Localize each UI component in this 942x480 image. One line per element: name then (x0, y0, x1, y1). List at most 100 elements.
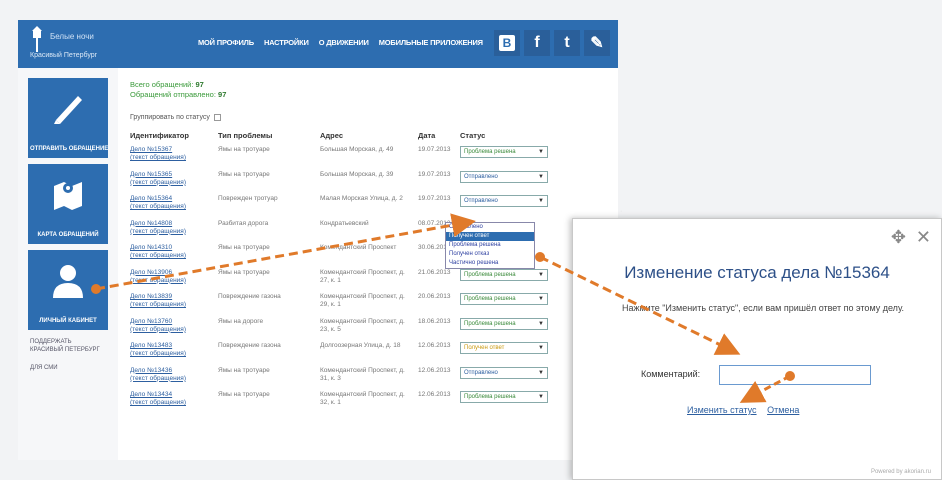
dropdown-option[interactable]: Получен отказ (446, 250, 534, 259)
status-select[interactable]: Отправлено ▼ (460, 170, 548, 183)
case-link[interactable]: Дело №15364 (130, 195, 214, 203)
vk-icon: В (499, 35, 515, 51)
nav-about[interactable]: о движении (319, 38, 369, 47)
cell-address: Кондратьевский (320, 219, 369, 227)
table-row: Дело №13839 (текст обращения) Повреждение … (130, 293, 560, 318)
cell-id: Дело №13436 (текст обращения) (130, 367, 218, 392)
chevron-down-icon: ▼ (538, 369, 544, 376)
tile-send-appeal[interactable]: Отправить обращение (28, 78, 108, 158)
stat-value: 97 (195, 80, 204, 89)
appeal-text-link[interactable]: (текст обращения) (130, 350, 214, 358)
dropdown-option[interactable]: Получен ответ (446, 232, 534, 241)
pen-button[interactable]: ✎ (584, 30, 610, 56)
status-select[interactable]: Проблема решена ▼ (460, 391, 548, 403)
appeal-text-link[interactable]: (текст обращения) (130, 179, 214, 187)
chevron-down-icon: ▼ (538, 320, 544, 327)
cell-address: Комендантский Проспект, д. 32, к. 1 (320, 391, 405, 406)
appeal-text-link[interactable]: (текст обращения) (130, 252, 214, 260)
twitter-icon: t (564, 34, 570, 51)
move-icon[interactable]: ✥ (891, 227, 906, 248)
cell-id: Дело №15364 (текст обращения) (130, 195, 218, 220)
cell-id: Дело №13906 (текст обращения) (130, 269, 218, 294)
case-link[interactable]: Дело №15365 (130, 171, 214, 179)
nav-profile[interactable]: мой профиль (198, 38, 254, 47)
cell-id: Дело №14310 (текст обращения) (130, 244, 218, 269)
status-dropdown-list: Отправлено Получен ответ Проблема решена По… (445, 222, 535, 269)
close-icon[interactable]: ✕ (916, 227, 931, 248)
status-select[interactable]: Проблема решена ▼ (460, 268, 548, 281)
case-link[interactable]: Дело №13760 (130, 318, 214, 326)
status-select[interactable]: Проблема решена ▼ (460, 293, 548, 305)
cell-type: Повреждение газона (218, 342, 281, 349)
appeal-text-link[interactable]: (текст обращения) (130, 203, 214, 211)
status-select[interactable]: Отправлено ▼ (460, 195, 548, 207)
appeal-text-link[interactable]: (текст обращения) (130, 326, 214, 334)
cell-status: Отправлено ▼ (460, 170, 560, 196)
comment-input[interactable] (719, 365, 871, 385)
link-line: Поддержать (30, 339, 72, 345)
chevron-down-icon: ▼ (538, 394, 544, 400)
comment-label: Комментарий: (641, 369, 701, 379)
cell-status: Проблема решена ▼ (460, 293, 560, 318)
appeal-text-link[interactable]: (текст обращения) (130, 301, 214, 309)
user-icon (53, 265, 83, 298)
cell-status: Отправлено ▼ (460, 366, 560, 392)
site-logo[interactable]: Белые ночи Красивый Петербург (24, 26, 114, 62)
change-status-link[interactable]: Изменить статус (687, 405, 757, 415)
sidebar-link-support[interactable]: Поддержать Красивый Петербург (30, 338, 100, 354)
case-link[interactable]: Дело №13436 (130, 367, 214, 375)
appeal-text-link[interactable]: (текст обращения) (130, 228, 214, 236)
status-value: Получен ответ (464, 345, 505, 351)
dropdown-option[interactable]: Отправлено (446, 223, 534, 232)
appeal-text-link[interactable]: (текст обращения) (130, 154, 214, 162)
cell-date: 12.06.2013 (418, 391, 451, 398)
cell-date: 18.06.2013 (418, 317, 451, 325)
case-link[interactable]: Дело №13483 (130, 342, 214, 350)
appeals-table: Идентификатор Тип проблемы Адрес Дата Ст… (130, 131, 560, 416)
appeal-text-link[interactable]: (текст обращения) (130, 375, 214, 383)
status-select[interactable]: Проблема решена ▼ (460, 317, 548, 330)
facebook-button[interactable]: f (524, 30, 550, 56)
chevron-down-icon: ▼ (538, 149, 544, 155)
case-link[interactable]: Дело №13906 (130, 269, 214, 277)
sidebar-link-press[interactable]: Для СМИ (30, 364, 58, 372)
status-value: Проблема решена (464, 320, 516, 327)
appeal-text-link[interactable]: (текст обращения) (130, 399, 214, 407)
cell-address: Комендантский Проспект, д. 31, к. 3 (320, 366, 405, 382)
sent-appeals: Обращений отправлено: 97 (130, 90, 610, 100)
appeal-text-link[interactable]: (текст обращения) (130, 277, 214, 285)
group-checkbox[interactable] (213, 114, 221, 121)
cell-address: Комендантский Проспект, д. 27, к. 1 (320, 268, 405, 284)
nav-settings[interactable]: настройки (264, 38, 309, 47)
tile-personal-account[interactable]: Личный кабинет (28, 250, 108, 330)
case-link[interactable]: Дело №13434 (130, 391, 214, 399)
case-link[interactable]: Дело №15367 (130, 146, 214, 154)
cell-status: Отправлено ▼ (460, 195, 560, 220)
status-select[interactable]: Отправлено ▼ (460, 366, 548, 379)
group-by-status[interactable]: Группировать по статусу (130, 114, 610, 121)
cell-date: 12.06.2013 (418, 366, 451, 374)
stat-label: Всего обращений: (130, 80, 194, 89)
cell-id: Дело №13839 (текст обращения) (130, 293, 218, 318)
cancel-link[interactable]: Отмена (767, 405, 799, 415)
twitter-button[interactable]: t (554, 30, 580, 56)
status-value: Отправлено (464, 173, 498, 180)
tile-appeals-map[interactable]: Карта обращений (28, 164, 108, 244)
cell-date: 12.06.2013 (418, 342, 451, 349)
col-id: Идентификатор (130, 131, 189, 140)
group-label: Группировать по статусу (130, 114, 210, 121)
status-select[interactable]: Получен ответ ▼ (460, 342, 548, 354)
powered-by: Powered by akorian.ru (870, 469, 931, 475)
cell-status: Проблема решена ▼ (460, 317, 560, 343)
case-link[interactable]: Дело №14808 (130, 220, 214, 228)
cell-date: 19.07.2013 (418, 195, 451, 202)
modal-title: Изменение статуса дела №15364 (624, 263, 890, 282)
vk-button[interactable]: В (494, 30, 520, 56)
dropdown-option[interactable]: Проблема решена (446, 241, 534, 250)
status-select[interactable]: Проблема решена ▼ (460, 146, 548, 158)
case-link[interactable]: Дело №14310 (130, 244, 214, 252)
case-link[interactable]: Дело №13839 (130, 293, 214, 301)
dropdown-option[interactable]: Частично решена (446, 259, 534, 268)
nav-mobile-apps[interactable]: мобильные приложения (379, 38, 483, 47)
cell-address: Большая Морская, д. 49 (320, 146, 394, 153)
